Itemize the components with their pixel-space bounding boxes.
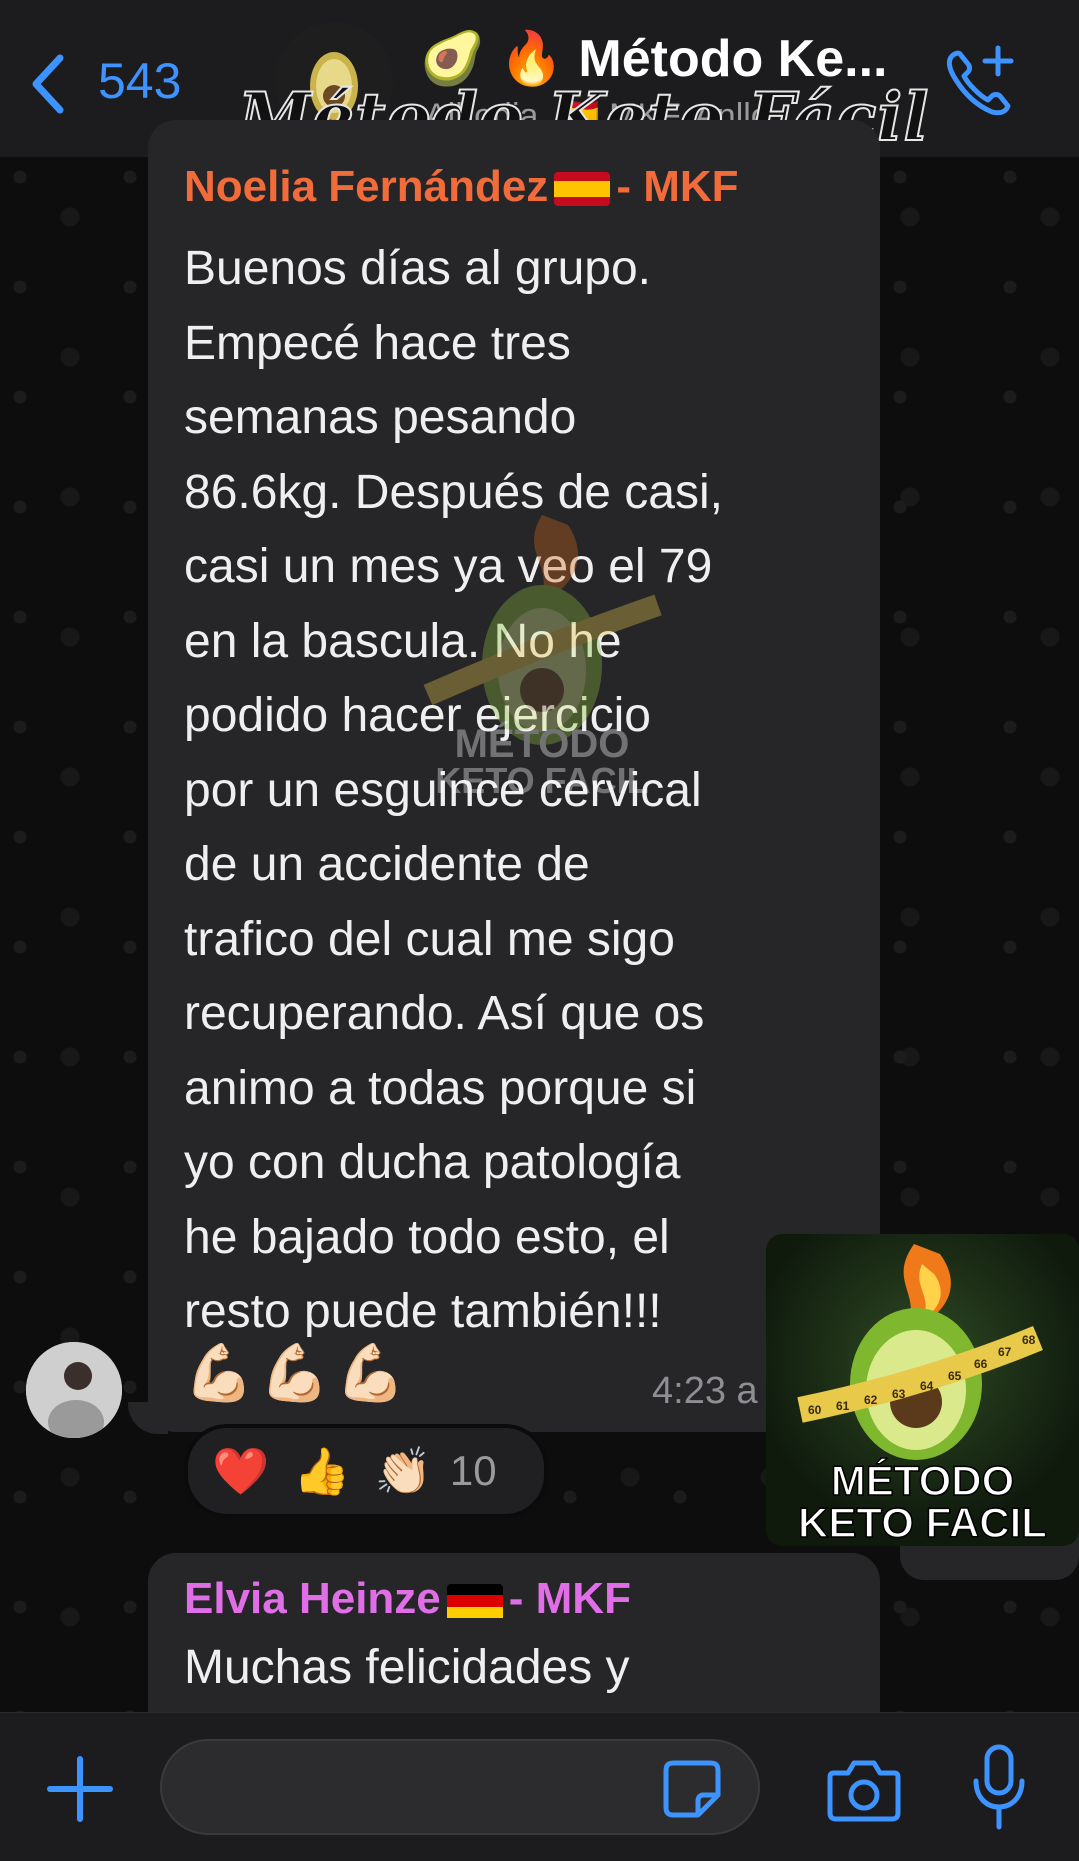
tape-number: 66 [974,1357,988,1371]
brand-logo: 60 61 62 63 64 65 66 67 68 MÉTODO KETO F… [766,1234,1079,1546]
reaction-clap[interactable]: 👏🏻 [375,1444,432,1499]
tape-number: 61 [836,1399,850,1413]
logo-line2: KETO FACIL [797,1499,1047,1546]
center-logo-watermark: MÉTODO KETO FACIL [388,495,696,801]
tape-number: 68 [1022,1333,1036,1347]
germany-flag-icon [446,1584,503,1619]
sender-name: Elvia Heinze [184,1574,441,1623]
tape-number: 65 [948,1369,962,1383]
message-timestamp: 4:23 a [652,1370,758,1412]
composer-bar [0,1712,1079,1861]
plus-icon[interactable] [44,1753,116,1825]
reaction-heart[interactable]: ❤️ [212,1444,269,1499]
message-sender[interactable]: Noelia Fernández - MKF [184,162,739,212]
microphone-icon[interactable] [970,1743,1028,1833]
sender-avatar[interactable] [26,1342,122,1438]
camera-icon[interactable] [826,1755,902,1823]
add-call-icon[interactable] [938,42,1020,124]
reaction-thumbs-up[interactable]: 👍 [293,1444,350,1499]
watermark-line2: KETO FACIL [435,760,648,795]
tape-number: 67 [998,1345,1012,1359]
tape-number: 60 [808,1403,822,1417]
spain-flag-icon [554,172,611,207]
message-text: Muchas felicidades y [184,1641,630,1694]
reaction-count[interactable]: 10 [450,1447,497,1495]
unread-count[interactable]: 543 [98,52,181,110]
sender-name: Noelia Fernández [184,162,549,211]
sender-tag: - MKF [508,1574,631,1623]
sticker-icon[interactable] [660,1757,724,1821]
tape-number: 63 [892,1387,906,1401]
reactions-bar[interactable]: ❤️ 👍 👏🏻 10 [184,1424,548,1518]
message-emoji-line: 💪🏻💪🏻💪🏻 [184,1341,412,1404]
sender-tag: - MKF [616,162,739,211]
tape-number: 64 [920,1379,934,1393]
tape-number: 62 [864,1393,878,1407]
logo-line1: MÉTODO [830,1457,1015,1504]
back-chevron-icon[interactable] [28,52,68,116]
message-sender[interactable]: Elvia Heinze - MKF [184,1574,631,1624]
